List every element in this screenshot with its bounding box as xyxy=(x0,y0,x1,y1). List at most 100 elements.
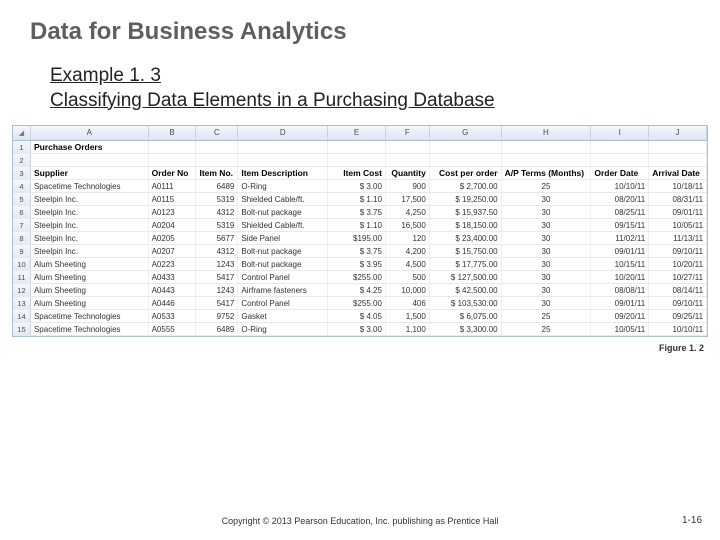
cell-order-date: 09/20/11 xyxy=(591,310,649,322)
table-row: 5Steelpin Inc.A01155319Shielded Cable/ft… xyxy=(13,193,707,206)
table-row: 15Spacetime TechnologiesA05556489O-Ring$… xyxy=(13,323,707,336)
cell-item-no: 5417 xyxy=(196,297,238,309)
cell-ap-terms: 25 xyxy=(502,180,592,192)
table-row: 1 Purchase Orders xyxy=(13,141,707,154)
col-header-b: B xyxy=(149,126,197,140)
cell-cost-per-order: $ 18,150.00 xyxy=(430,219,502,231)
row-number: 14 xyxy=(13,310,31,322)
table-row: 13Alum SheetingA04465417Control Panel$25… xyxy=(13,297,707,310)
cell-arrival-date: 08/14/11 xyxy=(649,284,707,296)
cell-supplier: Spacetime Technologies xyxy=(31,180,149,192)
cell-ap-terms: 30 xyxy=(502,232,592,244)
table-row: 6Steelpin Inc.A01234312Bolt-nut package$… xyxy=(13,206,707,219)
row-number: 4 xyxy=(13,180,31,192)
subtitle-block: Example 1. 3 Classifying Data Elements i… xyxy=(0,64,720,113)
cell-item-description: Control Panel xyxy=(238,297,328,309)
header-item-cost: Item Cost xyxy=(328,167,386,179)
cell-cost-per-order: $ 6,075.00 xyxy=(430,310,502,322)
cell-quantity: 4,500 xyxy=(386,258,430,270)
cell-supplier: Steelpin Inc. xyxy=(31,193,149,205)
cell-order-date: 10/10/11 xyxy=(591,180,649,192)
header-cost-per-order: Cost per order xyxy=(430,167,502,179)
cell-ap-terms: 25 xyxy=(502,323,592,335)
row-number: 12 xyxy=(13,284,31,296)
header-item-no: Item No. xyxy=(196,167,238,179)
slide: Data for Business Analytics Example 1. 3… xyxy=(0,0,720,540)
header-item-description: Item Description xyxy=(238,167,328,179)
cell-supplier: Alum Sheeting xyxy=(31,284,149,296)
table-row: 12Alum SheetingA04431243Airframe fastene… xyxy=(13,284,707,297)
cell-order-date: 08/20/11 xyxy=(591,193,649,205)
cell-item-no: 5417 xyxy=(196,271,238,283)
col-header-f: F xyxy=(386,126,430,140)
row-number: 8 xyxy=(13,232,31,244)
row-number: 1 xyxy=(13,141,31,153)
cell-order-no: A0555 xyxy=(149,323,197,335)
spreadsheet-column-header-row: ◢ A B C D E F G H I J xyxy=(13,126,707,141)
cell-item-cost: $255.00 xyxy=(328,297,386,309)
col-header-g: G xyxy=(430,126,502,140)
table-row: 14Spacetime TechnologiesA05339752Gasket$… xyxy=(13,310,707,323)
cell-cost-per-order: $ 19,250.00 xyxy=(430,193,502,205)
cell-item-description: Gasket xyxy=(238,310,328,322)
cell-item-cost: $ 3.00 xyxy=(328,323,386,335)
cell-item-cost: $ 3.00 xyxy=(328,180,386,192)
cell-cost-per-order: $ 15,937.50 xyxy=(430,206,502,218)
cell-supplier: Steelpin Inc. xyxy=(31,245,149,257)
cell-arrival-date: 09/01/11 xyxy=(649,206,707,218)
row-number: 11 xyxy=(13,271,31,283)
cell-quantity: 10,000 xyxy=(386,284,430,296)
cell-ap-terms: 25 xyxy=(502,310,592,322)
cell-item-description: Side Panel xyxy=(238,232,328,244)
cell-quantity: 4,250 xyxy=(386,206,430,218)
cell-supplier: Spacetime Technologies xyxy=(31,310,149,322)
cell-supplier: Steelpin Inc. xyxy=(31,219,149,231)
cell-title: Purchase Orders xyxy=(31,141,149,153)
cell-item-description: Bolt-nut package xyxy=(238,245,328,257)
cell-quantity: 4,200 xyxy=(386,245,430,257)
cell-item-cost: $ 1.10 xyxy=(328,219,386,231)
cell-order-date: 10/20/11 xyxy=(591,271,649,283)
cell-ap-terms: 30 xyxy=(502,271,592,283)
cell-cost-per-order: $ 42,500.00 xyxy=(430,284,502,296)
header-quantity: Quantity xyxy=(386,167,430,179)
table-row: 7Steelpin Inc.A02045319Shielded Cable/ft… xyxy=(13,219,707,232)
col-header-i: I xyxy=(591,126,649,140)
figure-caption: Figure 1. 2 xyxy=(0,343,720,353)
header-order-no: Order No xyxy=(149,167,197,179)
cell-order-no: A0443 xyxy=(149,284,197,296)
cell-ap-terms: 30 xyxy=(502,193,592,205)
subtitle-line-2: Classifying Data Elements in a Purchasin… xyxy=(50,89,720,114)
col-header-d: D xyxy=(238,126,328,140)
row-number: 15 xyxy=(13,323,31,335)
cell-arrival-date: 10/27/11 xyxy=(649,271,707,283)
cell-item-no: 4312 xyxy=(196,245,238,257)
cell-item-cost: $ 3.95 xyxy=(328,258,386,270)
cell-order-date: 10/05/11 xyxy=(591,323,649,335)
cell-arrival-date: 09/10/11 xyxy=(649,245,707,257)
cell-item-description: Shielded Cable/ft. xyxy=(238,219,328,231)
table-row: 2 xyxy=(13,154,707,167)
cell-order-date: 08/08/11 xyxy=(591,284,649,296)
subtitle-line-1: Example 1. 3 xyxy=(50,64,720,89)
cell-order-no: A0111 xyxy=(149,180,197,192)
cell-item-no: 5319 xyxy=(196,193,238,205)
cell-ap-terms: 30 xyxy=(502,206,592,218)
cell-item-no: 5319 xyxy=(196,219,238,231)
cell-item-description: Bolt-nut package xyxy=(238,206,328,218)
col-header-a: A xyxy=(31,126,149,140)
cell-quantity: 900 xyxy=(386,180,430,192)
cell-ap-terms: 30 xyxy=(502,245,592,257)
cell-order-date: 09/01/11 xyxy=(591,245,649,257)
cell-supplier: Alum Sheeting xyxy=(31,258,149,270)
col-header-c: C xyxy=(196,126,238,140)
cell-item-description: Shielded Cable/ft. xyxy=(238,193,328,205)
cell-supplier: Steelpin Inc. xyxy=(31,206,149,218)
row-number: 9 xyxy=(13,245,31,257)
cell-cost-per-order: $ 3,300.00 xyxy=(430,323,502,335)
cell-ap-terms: 30 xyxy=(502,258,592,270)
cell-order-no: A0115 xyxy=(149,193,197,205)
cell-item-no: 1243 xyxy=(196,258,238,270)
cell-order-date: 09/01/11 xyxy=(591,297,649,309)
cell-item-description: Control Panel xyxy=(238,271,328,283)
